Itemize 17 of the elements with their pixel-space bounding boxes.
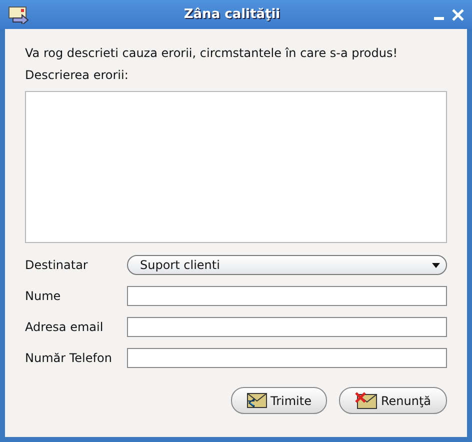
cancel-button[interactable]: Renunţă [339,387,447,414]
dropdown[interactable]: Suport clienti [127,255,447,275]
send-button[interactable]: Trimite [231,387,327,414]
field-label: Destinatar [25,258,89,272]
field-label: Adresa email [25,320,104,334]
envelope-arrow-icon [8,6,30,24]
input-field[interactable] [127,286,447,306]
field-label: Număr Telefon [25,351,113,365]
instruction-text: Va rog descrieti cauza erorii, circmstantele în care s-a produs! [25,46,399,60]
input-field[interactable] [127,317,447,337]
input-field[interactable] [127,348,447,368]
window-title: Zâna calităţii [182,7,282,22]
field-label: Nume [25,289,62,303]
envelope-cross-icon [354,392,377,409]
close-icon[interactable] [452,8,464,20]
description-field[interactable] [25,91,447,243]
description-label: Descrierea erorii: [25,68,130,82]
